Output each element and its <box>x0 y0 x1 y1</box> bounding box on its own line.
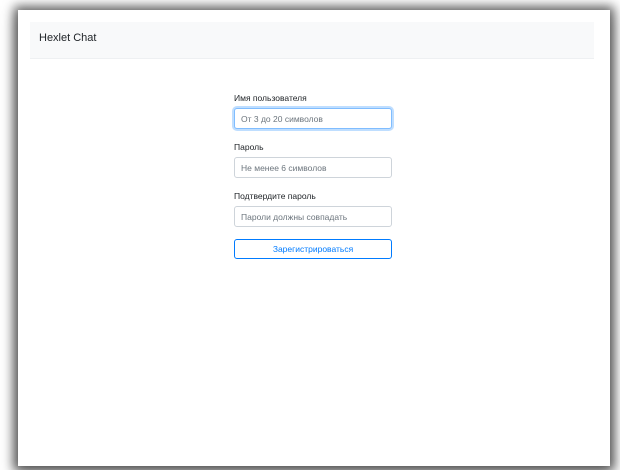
password-input[interactable] <box>234 157 392 178</box>
confirm-password-input[interactable] <box>234 206 392 227</box>
username-label: Имя пользователя <box>234 93 307 103</box>
confirm-password-group: Подтвердите пароль <box>234 191 392 227</box>
confirm-password-label: Подтвердите пароль <box>234 191 316 201</box>
username-group: Имя пользователя <box>234 93 392 129</box>
password-group: Пароль <box>234 142 392 178</box>
register-button[interactable]: Зарегистрироваться <box>234 239 392 259</box>
signup-form: Имя пользователя Пароль Подтвердите паро… <box>234 90 392 259</box>
navbar: Hexlet Chat <box>30 22 594 59</box>
brand-link[interactable]: Hexlet Chat <box>39 32 96 44</box>
browser-viewport: Hexlet Chat Имя пользователя Пароль Подт… <box>18 10 610 466</box>
password-label: Пароль <box>234 142 264 152</box>
username-input[interactable] <box>234 108 392 129</box>
